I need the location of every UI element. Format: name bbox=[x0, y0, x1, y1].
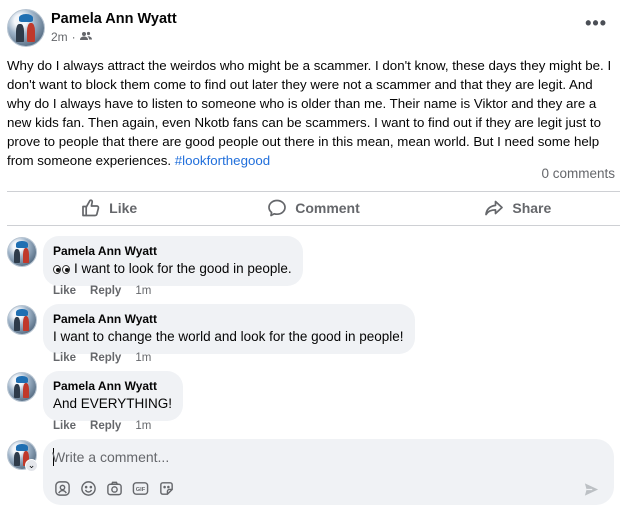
comment-like-button[interactable]: Like bbox=[53, 420, 76, 432]
comment-text: And EVERYTHING! bbox=[53, 396, 173, 411]
more-options-icon[interactable]: ••• bbox=[585, 14, 607, 32]
post-meta: 2m · bbox=[51, 30, 92, 44]
comment-label: Comment bbox=[295, 200, 360, 216]
comment-avatar[interactable] bbox=[7, 237, 37, 267]
post-author-name[interactable]: Pamela Ann Wyatt bbox=[51, 11, 177, 27]
comment-reply-button[interactable]: Reply bbox=[90, 285, 121, 297]
action-divider-top bbox=[7, 191, 620, 192]
comment-timestamp[interactable]: 1m bbox=[135, 352, 151, 364]
post-hashtag[interactable]: #lookforthegood bbox=[175, 153, 270, 168]
comment-bubble: Pamela Ann Wyatt And EVERYTHING! bbox=[43, 371, 184, 421]
comment-avatar[interactable] bbox=[7, 372, 37, 402]
comment-bubble: Pamela Ann Wyatt I want to look for the … bbox=[43, 236, 303, 286]
action-divider-bottom bbox=[7, 225, 620, 226]
comment-text-content: I want to look for the good in people. bbox=[74, 261, 292, 276]
comment-actions: Like Reply 1m bbox=[53, 285, 151, 297]
post-actions: Like Comment Share bbox=[7, 193, 620, 223]
share-icon bbox=[485, 200, 504, 216]
comment-like-button[interactable]: Like bbox=[53, 285, 76, 297]
friends-icon[interactable] bbox=[79, 30, 92, 44]
comment-text: I want to look for the good in people. bbox=[53, 259, 292, 278]
comment-composer: GIF bbox=[43, 439, 614, 505]
post-body: Why do I always attract the weirdos who … bbox=[7, 56, 619, 170]
comment-bubble: Pamela Ann Wyatt I want to change the wo… bbox=[43, 304, 415, 354]
send-icon[interactable] bbox=[583, 481, 600, 498]
comment-reply-button[interactable]: Reply bbox=[90, 352, 121, 364]
like-label: Like bbox=[109, 200, 138, 216]
share-button[interactable]: Share bbox=[416, 193, 620, 223]
comment-button[interactable]: Comment bbox=[211, 193, 415, 223]
comment-like-button[interactable]: Like bbox=[53, 352, 76, 364]
comment-avatar[interactable] bbox=[7, 305, 37, 335]
eyes-emoji bbox=[53, 259, 71, 278]
comment-actions: Like Reply 1m bbox=[53, 420, 151, 432]
comment-author[interactable]: Pamela Ann Wyatt bbox=[53, 378, 172, 394]
comment-actions: Like Reply 1m bbox=[53, 352, 151, 364]
post-text: Why do I always attract the weirdos who … bbox=[7, 58, 612, 168]
like-button[interactable]: Like bbox=[7, 193, 211, 223]
composer-tools: GIF bbox=[54, 480, 175, 497]
avatar-sticker-icon[interactable] bbox=[54, 480, 71, 497]
author-avatar[interactable] bbox=[7, 9, 45, 47]
post-timestamp[interactable]: 2m bbox=[51, 30, 68, 44]
comment-count[interactable]: 0 comments bbox=[541, 166, 615, 181]
comment-input[interactable] bbox=[52, 446, 572, 468]
camera-icon[interactable] bbox=[106, 480, 123, 497]
sticker-icon[interactable] bbox=[158, 480, 175, 497]
emoji-icon[interactable] bbox=[80, 480, 97, 497]
comment-text: I want to change the world and look for … bbox=[53, 329, 404, 344]
comment-timestamp[interactable]: 1m bbox=[135, 420, 151, 432]
gif-icon-label: GIF bbox=[136, 487, 146, 493]
comment-reply-button[interactable]: Reply bbox=[90, 420, 121, 432]
gif-icon[interactable]: GIF bbox=[132, 480, 149, 497]
meta-separator: · bbox=[71, 30, 76, 44]
chevron-down-icon[interactable]: ⌄ bbox=[25, 459, 38, 472]
thumbs-up-icon bbox=[82, 199, 100, 217]
comment-icon bbox=[268, 199, 287, 217]
comment-author[interactable]: Pamela Ann Wyatt bbox=[53, 311, 404, 327]
comment-timestamp[interactable]: 1m bbox=[135, 285, 151, 297]
share-label: Share bbox=[512, 200, 552, 216]
comment-author[interactable]: Pamela Ann Wyatt bbox=[53, 243, 292, 259]
